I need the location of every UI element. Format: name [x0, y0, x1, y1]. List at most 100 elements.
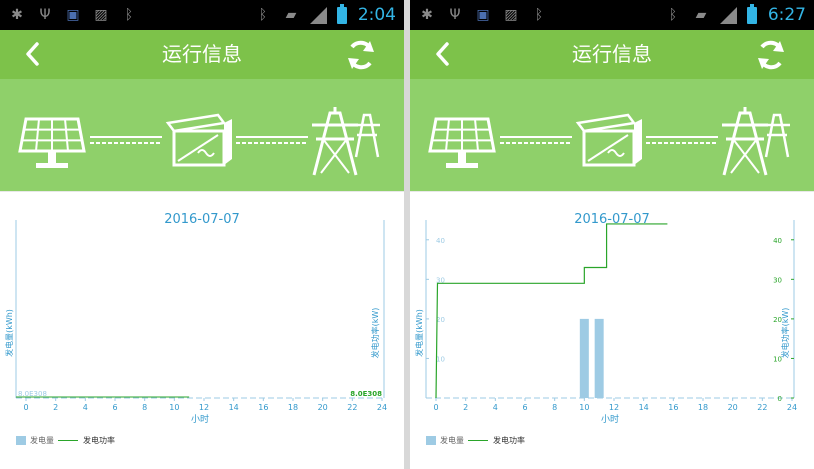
refresh-icon [758, 40, 784, 70]
legend-bar-label: 发电量 [30, 436, 54, 445]
right-tick-label: 20 [773, 316, 782, 324]
power-line [435, 223, 668, 399]
inverter-icon [575, 113, 642, 167]
x-tick-label: 12 [609, 403, 619, 412]
phone-screen-left: ✱ Ψ ▣ ▨ ᛒ ᛒ ▰ 2:04 运行信息 2016-07-07 02468… [0, 0, 404, 469]
legend-line-label: 发电功率 [83, 436, 115, 445]
x-tick-label: 0 [23, 403, 28, 412]
signal-icon [720, 7, 737, 24]
no-sim-icon: ▰ [285, 7, 297, 23]
x-tick-label: 4 [83, 403, 88, 412]
power-connector-icon [90, 136, 162, 144]
generation-chart: 0 2 4 6 8 10 12 14 16 18 20 22 24小时发电量(kWh) 发电功率(kW)0… [414, 220, 797, 425]
legend-bar-swatch [16, 436, 26, 445]
generation-chart: 0 2 4 6 8 10 12 14 16 18 20 22 24小时发电量(kWh) 发电功率(kW)8… [4, 220, 387, 425]
x-tick-label: 16 [258, 403, 268, 412]
energy-flow-banner [0, 79, 404, 191]
x-tick-label: 10 [579, 403, 589, 412]
x-tick-label: 24 [377, 403, 387, 412]
x-tick-label: 16 [668, 403, 678, 412]
energy-bar [594, 318, 604, 398]
x-tick-label: 2 [53, 403, 58, 412]
refresh-button[interactable] [754, 38, 788, 72]
right-axis-label: 发电功率(kW) [370, 308, 380, 359]
left-axis-label: 发电量(kWh) [4, 309, 14, 357]
x-tick-label: 10 [169, 403, 179, 412]
x-tick-label: 0 [433, 403, 438, 412]
image-icon: ▨ [504, 7, 518, 23]
phone-icon: ▣ [476, 7, 490, 23]
transmission-tower-icon [312, 107, 358, 176]
chart-panel: 2016-07-07 0 2 4 6 8 10 12 14 16 18 20 22 24 小时 发电量(kW… [410, 191, 814, 469]
right-tick-label: 0 [778, 395, 782, 403]
energy-flow-illustration [18, 107, 380, 176]
x-tick-label: 4 [493, 403, 498, 412]
x-tick-label: 12 [199, 403, 209, 412]
clock: 2:04 [357, 5, 396, 25]
x-tick-label: 24 [787, 403, 797, 412]
legend-line-swatch [58, 440, 78, 441]
usb-icon: Ψ [449, 7, 461, 23]
battery-icon [337, 4, 347, 24]
legend-line-label: 发电功率 [493, 436, 525, 445]
android-debug-icon: ✱ [11, 7, 23, 23]
bluetooth-status-icon: ᛒ [258, 7, 268, 23]
refresh-button[interactable] [344, 38, 378, 72]
transmission-tower-icon [722, 107, 768, 176]
x-tick-label: 6 [112, 403, 117, 412]
power-connector-icon [500, 136, 572, 144]
energy-bar [579, 318, 589, 398]
signal-icon [310, 7, 327, 24]
x-tick-label: 6 [522, 403, 527, 412]
chart-panel: 2016-07-07 0 2 4 6 8 10 12 14 16 18 20 22 24 小时 发电量(kW… [0, 191, 404, 469]
x-tick-label: 18 [698, 403, 708, 412]
x-axis-label: 小时 [601, 413, 619, 425]
status-bar: ✱ Ψ ▣ ▨ ᛒ ᛒ ▰ 6:27 [410, 0, 814, 30]
x-tick-label: 20 [728, 403, 738, 412]
left-axis-label: 发电量(kWh) [414, 309, 424, 357]
small-tower-icon [764, 113, 790, 158]
status-bar: ✱ Ψ ▣ ▨ ᛒ ᛒ ▰ 2:04 [0, 0, 404, 30]
x-tick-label: 22 [757, 403, 767, 412]
bluetooth-icon: ᛒ [124, 7, 134, 23]
power-connector-icon [646, 136, 718, 144]
x-tick-label: 2 [463, 403, 468, 412]
bluetooth-icon: ᛒ [534, 7, 544, 23]
bluetooth-status-icon: ᛒ [668, 7, 678, 23]
usb-icon: Ψ [39, 7, 51, 23]
legend-bar-label: 发电量 [440, 436, 464, 445]
inverter-icon [165, 113, 232, 167]
right-tick-label: 30 [773, 276, 782, 284]
small-tower-icon [354, 113, 380, 158]
x-tick-label: 22 [347, 403, 357, 412]
x-tick-label: 20 [318, 403, 328, 412]
clock: 6:27 [767, 5, 806, 25]
power-connector-icon [236, 136, 308, 144]
battery-icon [747, 4, 757, 24]
image-icon: ▨ [94, 7, 108, 23]
left-tick-label: 10 [436, 355, 445, 363]
app-bar: 运行信息 [410, 30, 814, 79]
android-debug-icon: ✱ [421, 7, 433, 23]
energy-flow-banner [410, 79, 814, 191]
x-tick-label: 8 [552, 403, 557, 412]
refresh-icon [348, 40, 374, 70]
solar-panel-icon [18, 117, 86, 168]
left-tick-label: 40 [436, 237, 445, 245]
legend-line-swatch [468, 440, 488, 441]
phone-screen-right: ✱ Ψ ▣ ▨ ᛒ ᛒ ▰ 6:27 运行信息 2016-07-07 02468… [410, 0, 814, 469]
right-tick-label: 10 [773, 355, 782, 363]
legend-bar-swatch [426, 436, 436, 445]
energy-flow-illustration [428, 107, 790, 176]
x-tick-label: 18 [288, 403, 298, 412]
x-tick-label: 8 [142, 403, 147, 412]
x-tick-label: 14 [229, 403, 239, 412]
solar-panel-icon [428, 117, 496, 168]
right-tick-label: 40 [773, 237, 782, 245]
x-tick-label: 14 [639, 403, 649, 412]
app-bar: 运行信息 [0, 30, 404, 79]
no-sim-icon: ▰ [695, 7, 707, 23]
phone-icon: ▣ [66, 7, 80, 23]
right-tick-label: 8.0E308 [350, 390, 382, 398]
x-axis-label: 小时 [191, 413, 209, 425]
